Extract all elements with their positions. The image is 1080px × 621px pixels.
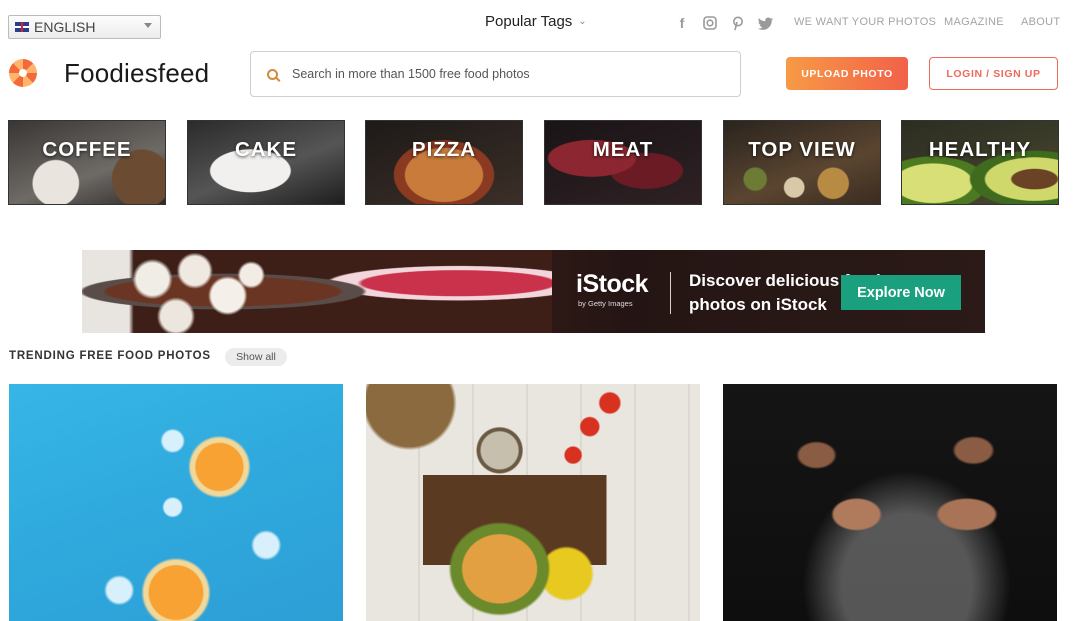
ad-hot-chocolate-image xyxy=(82,250,552,333)
photo-card-oranges[interactable] xyxy=(9,384,343,621)
search-input[interactable] xyxy=(292,67,692,81)
istock-logo: iStock xyxy=(576,270,649,298)
pinterest-icon[interactable] xyxy=(729,14,747,32)
foodiesfeed-logo-icon[interactable] xyxy=(9,59,37,87)
show-all-button[interactable]: Show all xyxy=(225,348,287,366)
search-icon xyxy=(267,68,278,80)
nav-we-want-your-photos[interactable]: WE WANT YOUR PHOTOS xyxy=(794,16,936,28)
language-select[interactable]: ENGLISH xyxy=(8,15,161,39)
category-label: MEAT xyxy=(592,138,654,161)
category-label: TOP VIEW xyxy=(748,138,856,161)
photo-card-burger-board[interactable] xyxy=(366,384,700,621)
ad-divider xyxy=(670,272,671,314)
category-meat[interactable]: MEAT xyxy=(544,120,702,205)
category-label: COFFEE xyxy=(42,138,132,161)
twitter-icon[interactable] xyxy=(757,14,775,32)
search-box[interactable] xyxy=(250,51,741,97)
category-label: PIZZA xyxy=(411,138,477,161)
category-label: CAKE xyxy=(234,138,298,161)
category-label: HEALTHY xyxy=(928,138,1032,161)
brand-name[interactable]: Foodiesfeed xyxy=(64,58,209,89)
category-coffee[interactable]: COFFEE xyxy=(8,120,166,205)
instagram-icon[interactable] xyxy=(701,14,719,32)
explore-now-button[interactable]: Explore Now xyxy=(841,275,961,310)
category-top-view[interactable]: TOP VIEW xyxy=(723,120,881,205)
facebook-icon[interactable]: f xyxy=(673,14,691,32)
category-cake[interactable]: CAKE xyxy=(187,120,345,205)
nav-magazine[interactable]: MAGAZINE xyxy=(944,16,1004,28)
popular-tags-label: Popular Tags xyxy=(485,13,573,30)
category-healthy[interactable]: HEALTHY xyxy=(901,120,1059,205)
chevron-down-icon: ⌄ xyxy=(578,16,587,27)
upload-photo-button[interactable]: UPLOAD PHOTO xyxy=(786,57,908,90)
photo-card-flour-hands[interactable] xyxy=(723,384,1057,621)
chevron-down-icon xyxy=(144,23,152,28)
istock-logo-subtitle: by Getty Images xyxy=(578,299,633,308)
trending-section-title: TRENDING FREE FOOD PHOTOS xyxy=(9,350,211,362)
login-signup-button[interactable]: LOGIN / SIGN UP xyxy=(929,57,1058,90)
language-label: ENGLISH xyxy=(34,19,96,35)
istock-ad-banner[interactable]: iStock by Getty Images Discover deliciou… xyxy=(82,250,985,333)
uk-flag-icon xyxy=(15,22,29,32)
category-pizza[interactable]: PIZZA xyxy=(365,120,523,205)
nav-about[interactable]: ABOUT xyxy=(1021,16,1060,28)
popular-tags-menu[interactable]: Popular Tags ⌄ xyxy=(485,13,587,30)
